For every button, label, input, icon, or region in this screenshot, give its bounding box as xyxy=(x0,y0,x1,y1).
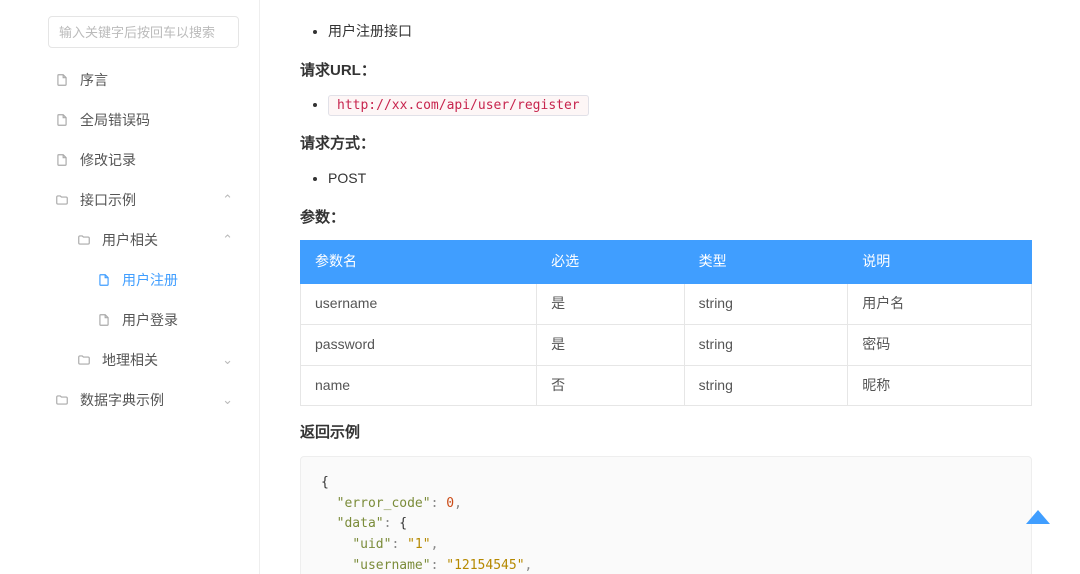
nav-label: 用户登录 xyxy=(122,310,178,330)
folder-icon xyxy=(76,352,92,368)
td-desc: 密码 xyxy=(848,324,1032,365)
method-label: 请求方式： xyxy=(300,131,1032,157)
nav-label: 用户相关 xyxy=(102,230,158,250)
file-icon xyxy=(54,112,70,128)
method-list: POST xyxy=(300,167,1032,191)
return-example-label: 返回示例 xyxy=(300,420,1032,446)
request-url-label: 请求URL： xyxy=(300,58,1032,84)
nav-item-user-login[interactable]: 用户登录 xyxy=(0,300,259,340)
sidebar: 序言 全局错误码 修改记录 接口示例 ⌃ 用户相关 ⌃ xyxy=(0,0,260,574)
file-icon xyxy=(54,152,70,168)
th-required: 必选 xyxy=(537,241,684,284)
td-name: username xyxy=(301,283,537,324)
file-icon xyxy=(96,312,112,328)
request-url-list: http://xx.com/api/user/register xyxy=(300,93,1032,117)
request-url-item: http://xx.com/api/user/register xyxy=(328,93,1032,117)
file-icon xyxy=(96,272,112,288)
td-desc: 昵称 xyxy=(848,365,1032,406)
intro-bullet-list: 用户注册接口 xyxy=(300,20,1032,44)
params-table: 参数名 必选 类型 说明 username 是 string 用户名 passw… xyxy=(300,240,1032,406)
nav-item-api-example[interactable]: 接口示例 ⌃ xyxy=(0,180,259,220)
method-value: POST xyxy=(328,167,1032,191)
search-box[interactable] xyxy=(48,16,239,48)
nav-label: 地理相关 xyxy=(102,350,158,370)
content-area: 用户注册接口 请求URL： http://xx.com/api/user/reg… xyxy=(260,0,1080,574)
chevron-down-icon: ⌄ xyxy=(222,392,233,408)
search-input[interactable] xyxy=(59,25,228,40)
td-type: string xyxy=(684,324,848,365)
chevron-up-icon: ⌃ xyxy=(222,232,233,248)
table-header-row: 参数名 必选 类型 说明 xyxy=(301,241,1032,284)
nav-item-user-related[interactable]: 用户相关 ⌃ xyxy=(0,220,259,260)
table-row: username 是 string 用户名 xyxy=(301,283,1032,324)
nav-item-geo-related[interactable]: 地理相关 ⌄ xyxy=(0,340,259,380)
intro-bullet: 用户注册接口 xyxy=(328,20,1032,44)
nav-label: 数据字典示例 xyxy=(80,390,164,410)
th-name: 参数名 xyxy=(301,241,537,284)
nav-label: 全局错误码 xyxy=(80,110,150,130)
td-type: string xyxy=(684,365,848,406)
chevron-down-icon: ⌄ xyxy=(222,352,233,368)
td-name: password xyxy=(301,324,537,365)
td-desc: 用户名 xyxy=(848,283,1032,324)
nav-item-change-log[interactable]: 修改记录 xyxy=(0,140,259,180)
td-name: name xyxy=(301,365,537,406)
td-required: 是 xyxy=(537,283,684,324)
back-to-top-icon[interactable] xyxy=(1026,510,1050,524)
nav-item-user-register[interactable]: 用户注册 xyxy=(0,260,259,300)
td-required: 否 xyxy=(537,365,684,406)
nav-label: 修改记录 xyxy=(80,150,136,170)
nav-item-dict-example[interactable]: 数据字典示例 ⌄ xyxy=(0,380,259,420)
folder-icon xyxy=(54,192,70,208)
table-row: name 否 string 昵称 xyxy=(301,365,1032,406)
nav-item-global-error[interactable]: 全局错误码 xyxy=(0,100,259,140)
chevron-up-icon: ⌃ xyxy=(222,192,233,208)
nav-label: 序言 xyxy=(80,70,108,90)
th-desc: 说明 xyxy=(848,241,1032,284)
nav-menu: 序言 全局错误码 修改记录 接口示例 ⌃ 用户相关 ⌃ xyxy=(0,60,259,420)
th-type: 类型 xyxy=(684,241,848,284)
request-url-code: http://xx.com/api/user/register xyxy=(328,95,589,116)
params-label: 参数： xyxy=(300,205,1032,231)
response-code-block: { "error_code": 0, "data": { "uid": "1",… xyxy=(300,456,1032,574)
folder-icon xyxy=(54,392,70,408)
nav-label: 用户注册 xyxy=(122,270,178,290)
nav-label: 接口示例 xyxy=(80,190,136,210)
file-icon xyxy=(54,72,70,88)
folder-icon xyxy=(76,232,92,248)
table-row: password 是 string 密码 xyxy=(301,324,1032,365)
td-type: string xyxy=(684,283,848,324)
nav-item-preface[interactable]: 序言 xyxy=(0,60,259,100)
td-required: 是 xyxy=(537,324,684,365)
